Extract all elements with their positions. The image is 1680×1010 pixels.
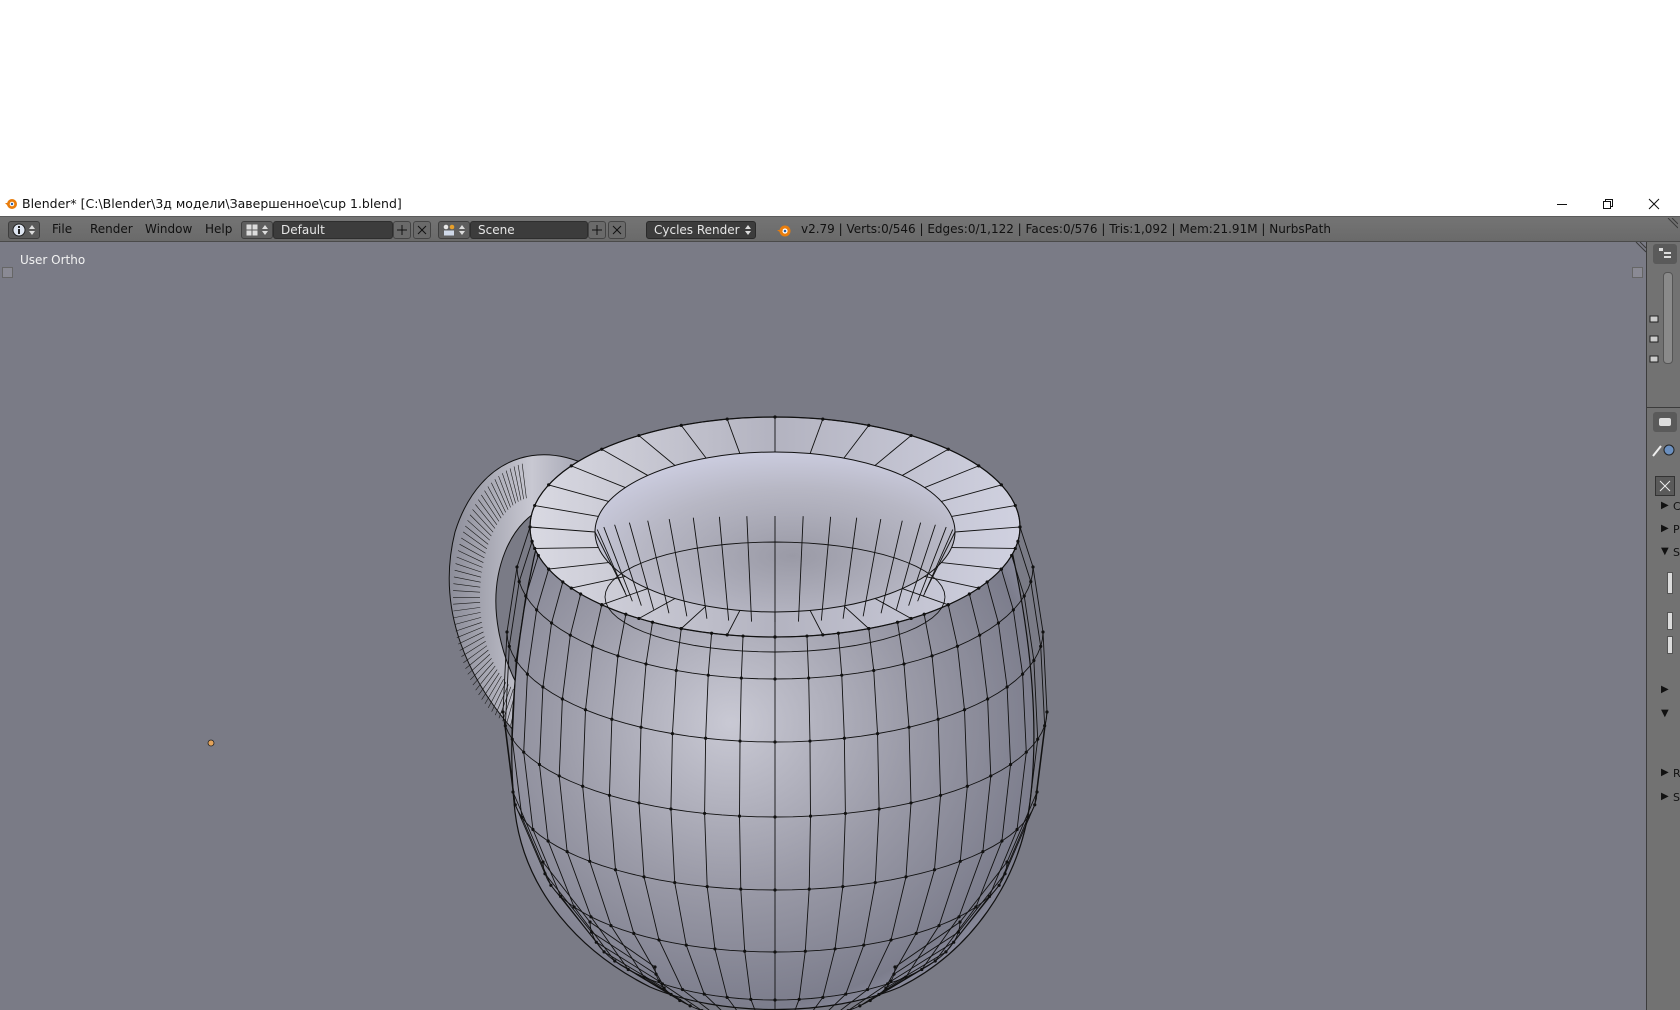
delete-scene-button[interactable] <box>608 221 626 239</box>
menu-render[interactable]: Render <box>90 222 133 240</box>
cup-mesh-object[interactable] <box>430 392 1110 1010</box>
chevron-updown-icon <box>745 225 751 235</box>
outliner-icon <box>1659 248 1671 258</box>
menu-window[interactable]: Window <box>145 222 192 240</box>
expand-arrow-icon: ▶ <box>1661 684 1669 695</box>
tool-wrench-icon[interactable] <box>1651 442 1675 458</box>
close-icon <box>417 225 427 235</box>
blender-logo-icon <box>5 199 17 209</box>
editor-type-selector[interactable] <box>8 221 40 239</box>
info-header: File Render Window Help Default Scene Cy… <box>0 216 1680 242</box>
modifier-tab-button[interactable] <box>1655 476 1675 496</box>
render-toggle-icon[interactable] <box>1649 354 1659 364</box>
chevron-updown-icon <box>262 225 268 235</box>
properties-panel-strip[interactable]: ▶ C ▶ P ▼ S ▶ ▼ ▶ R ▶ S <box>1646 242 1680 1010</box>
window-close-button[interactable] <box>1631 192 1677 216</box>
3d-viewport[interactable]: User Ortho <box>0 242 1646 1010</box>
screen-layout-icon <box>246 224 258 236</box>
slider-control[interactable] <box>1667 572 1673 594</box>
delete-screen-button[interactable] <box>413 221 431 239</box>
properties-region-toggle[interactable] <box>1632 267 1643 278</box>
add-scene-button[interactable] <box>588 221 606 239</box>
screen-layout-selector[interactable] <box>241 221 273 239</box>
window-title: Blender* [C:\Blender\3д модели\Завершенн… <box>22 196 402 211</box>
add-screen-button[interactable] <box>393 221 411 239</box>
render-toggle-icon[interactable] <box>1649 314 1659 324</box>
blender-logo-icon <box>777 225 791 237</box>
area-split-handle-icon[interactable] <box>1666 218 1678 230</box>
scene-selector[interactable] <box>438 221 470 239</box>
render-toggle-icon[interactable] <box>1649 334 1659 344</box>
properties-editor-button[interactable] <box>1653 412 1677 432</box>
view-label: User Ortho <box>20 253 86 267</box>
outliner-editor-button[interactable] <box>1653 244 1677 264</box>
toolshelf-toggle[interactable] <box>2 267 13 278</box>
screen-layout-field[interactable]: Default <box>273 221 393 239</box>
minimize-icon <box>1557 204 1567 205</box>
chevron-updown-icon <box>459 225 465 235</box>
scene-field[interactable]: Scene <box>470 221 588 239</box>
outliner-scrollbar[interactable] <box>1663 272 1673 364</box>
window-titlebar: Blender* [C:\Blender\3д модели\Завершенн… <box>0 192 1680 216</box>
close-icon <box>1659 480 1671 492</box>
menu-help[interactable]: Help <box>205 222 232 240</box>
slider-control[interactable] <box>1667 636 1673 654</box>
scene-icon <box>443 224 455 236</box>
minimize-button[interactable] <box>1539 192 1585 216</box>
restore-icon <box>1603 199 1613 209</box>
collapse-arrow-icon: ▼ <box>1661 708 1669 719</box>
restore-button[interactable] <box>1585 192 1631 216</box>
render-engine-label: Cycles Render <box>654 223 740 237</box>
menu-file[interactable]: File <box>52 222 72 240</box>
close-icon <box>612 225 622 235</box>
slider-control[interactable] <box>1667 612 1673 630</box>
properties-icon <box>1659 418 1671 426</box>
expand-arrow-icon: ▶ <box>1661 767 1669 778</box>
info-editor-icon <box>12 223 26 237</box>
chevron-updown-icon <box>29 225 35 235</box>
collapse-arrow-icon: ▼ <box>1661 546 1669 557</box>
add-icon <box>397 225 407 235</box>
expand-arrow-icon: ▶ <box>1661 791 1669 802</box>
expand-arrow-icon: ▶ <box>1661 523 1669 534</box>
light-object-marker[interactable] <box>206 738 216 748</box>
scene-statistics: v2.79 | Verts:0/546 | Edges:0/1,122 | Fa… <box>801 222 1331 236</box>
render-engine-select[interactable]: Cycles Render <box>646 221 756 239</box>
expand-arrow-icon: ▶ <box>1661 500 1669 511</box>
area-split-handle-icon[interactable] <box>1634 242 1646 254</box>
add-icon <box>592 225 602 235</box>
window-close-icon <box>1648 198 1660 210</box>
